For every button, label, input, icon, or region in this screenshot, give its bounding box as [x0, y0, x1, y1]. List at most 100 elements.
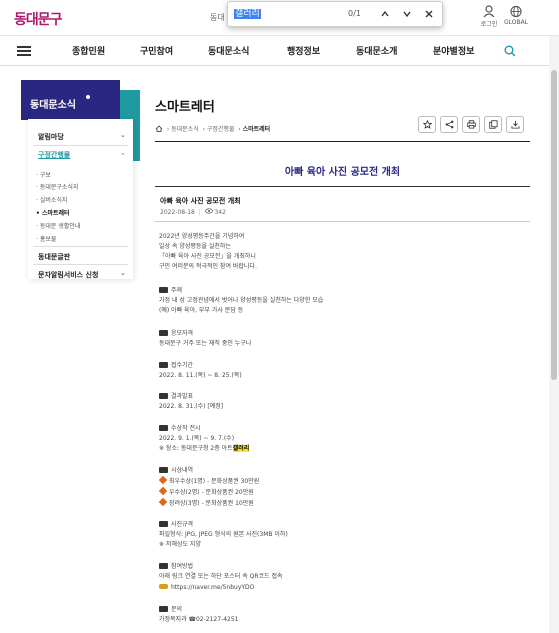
- search-icon[interactable]: [504, 45, 516, 57]
- download-button[interactable]: [506, 116, 524, 133]
- scrollbar-thumb[interactable]: [551, 70, 557, 380]
- divider: [155, 221, 530, 222]
- divider: [33, 264, 128, 265]
- body-text: 동대문구 거주 또는 재직 중인 누구나: [159, 340, 252, 347]
- article-title: 아빠 육아 사진 공모전 개최: [284, 167, 401, 178]
- sidebar-item-notice[interactable]: 알림마당: [38, 132, 64, 142]
- body-text: 2022. 9. 1.(목) ~ 9. 7.(수): [159, 435, 235, 442]
- find-input[interactable]: 갤러리: [234, 6, 362, 22]
- participation-link[interactable]: https://naver.me/5nbuyYDO: [159, 584, 254, 592]
- sidebar-subitem[interactable]: · 홍보물: [36, 234, 56, 243]
- section-heading: 접수기간: [159, 362, 193, 370]
- nav-item-participation[interactable]: 구민참여: [140, 44, 173, 57]
- find-bar: 갤러리 0/1: [227, 1, 443, 27]
- pointing-hand-icon: [159, 584, 168, 589]
- chevron-up-icon: [381, 10, 389, 17]
- copy-url-button[interactable]: [484, 116, 502, 133]
- bookmark-button[interactable]: [418, 116, 436, 133]
- section-heading: 사진규격: [159, 521, 193, 529]
- site-logo[interactable]: 동대문구: [14, 9, 63, 29]
- divider: [155, 186, 530, 187]
- download-icon: [511, 120, 520, 129]
- body-text: 가정 내 성 고정관념에서 벗어나 양성평등을 실천하는 다양한 모습: [159, 297, 324, 304]
- global-button[interactable]: GLOBAL: [503, 5, 529, 26]
- diamond-icon: [158, 486, 168, 496]
- sidebar-item-publications[interactable]: 구정간행물: [38, 150, 70, 160]
- find-prev-button[interactable]: [376, 5, 394, 23]
- eye-icon: [204, 208, 213, 214]
- sidebar-title: 동대문소식: [30, 100, 76, 111]
- film-icon: [159, 393, 168, 399]
- find-close-button[interactable]: [420, 5, 438, 23]
- print-icon: [467, 120, 476, 129]
- breadcrumb-item[interactable]: 동대문소식: [171, 126, 199, 133]
- sidebar-subitem[interactable]: · 실버소식지: [36, 195, 67, 204]
- sidebar-item-board[interactable]: 동대문글판: [38, 252, 70, 262]
- body-text: 가정복지과 ☎02-2127-4251: [159, 616, 239, 623]
- main-nav: 종합민원 구민참여 동대문소식 행정정보 동대문소개 분야별정보: [0, 36, 559, 66]
- home-icon[interactable]: [155, 125, 163, 132]
- body-text: 2022. 8. 11.(목) ~ 8. 25.(목): [159, 372, 242, 379]
- close-icon: [425, 10, 433, 18]
- post-meta: 2022-08-18 | 342: [160, 208, 226, 216]
- section-heading: 시상내역: [159, 467, 193, 475]
- body-text: 파일형식: JPG, JPEG 형식의 원본 사진(3MB 이하): [159, 531, 288, 538]
- find-match-count: 0/1: [348, 9, 361, 18]
- globe-icon: [510, 5, 522, 18]
- breadcrumb-item[interactable]: 구정간행물: [207, 126, 235, 133]
- film-icon: [159, 330, 168, 336]
- print-button[interactable]: [462, 116, 480, 133]
- nav-item-about[interactable]: 동대문소개: [356, 44, 397, 57]
- find-query-text: 갤러리: [234, 9, 261, 19]
- global-label: GLOBAL: [503, 19, 529, 26]
- sidebar-subitem[interactable]: · 구보: [36, 170, 51, 179]
- sidebar-item-sms[interactable]: 문자알림서비스 신청: [38, 270, 98, 280]
- award-item: 우수상(2명) - 문화상품권 20만원: [158, 486, 254, 497]
- film-icon: [159, 606, 168, 612]
- section-heading: 응모자격: [159, 330, 193, 338]
- breadcrumb-current: 스마트레터: [242, 126, 271, 133]
- film-icon: [159, 287, 168, 293]
- chevron-down-icon: ⌄: [120, 269, 126, 277]
- divider: [155, 141, 530, 142]
- share-button[interactable]: [440, 116, 458, 133]
- nav-item-civil[interactable]: 종합민원: [72, 44, 105, 57]
- login-button[interactable]: 로그인: [478, 5, 500, 28]
- section-heading: 문의: [159, 606, 182, 614]
- copy-icon: [489, 120, 498, 129]
- page-title: 스마트레터: [155, 100, 215, 115]
- sidebar-subitem[interactable]: · 동대문 생활안내: [36, 221, 80, 230]
- body-text: 아래 링크 연결 또는 하단 포스터 속 QR코드 접속: [159, 573, 283, 580]
- chevron-down-icon: ⌄: [120, 131, 126, 139]
- sidebar-subitem[interactable]: · 동대문구소식지: [36, 182, 78, 191]
- user-icon: [483, 5, 495, 18]
- find-highlight: 갤러리: [232, 445, 250, 452]
- post-views: 342: [214, 209, 226, 216]
- body-text: 구민 여러분의 적극적인 참여 바랍니다.: [159, 263, 257, 270]
- sidebar-subitem-active[interactable]: • 스마트레터: [36, 208, 70, 217]
- diamond-icon: [158, 475, 168, 485]
- top-header-text: 동대: [210, 13, 225, 22]
- nav-item-admin[interactable]: 행정정보: [287, 44, 320, 57]
- star-icon: [423, 120, 432, 129]
- award-item: 최우수상(1명) - 문화상품권 30만원: [158, 475, 259, 486]
- section-heading: 참여방법: [159, 563, 193, 571]
- body-text: 일상 속 양성평등을 실천하는: [159, 243, 231, 250]
- find-next-button[interactable]: [398, 5, 416, 23]
- hamburger-menu-icon[interactable]: [17, 46, 31, 56]
- divider: [33, 246, 128, 247]
- nav-item-fields[interactable]: 분야별정보: [433, 44, 474, 57]
- post-title: 아빠 육아 사진 공모전 개최: [160, 197, 241, 205]
- section-heading: 수상작 전시: [159, 425, 201, 433]
- film-icon: [159, 563, 168, 569]
- diamond-icon: [158, 497, 168, 507]
- share-icon: [445, 120, 454, 129]
- award-item: 장려상(3명) - 문화상품권 10만원: [158, 497, 254, 508]
- chevron-down-icon: [403, 11, 411, 18]
- film-icon: [159, 521, 168, 527]
- post-date: 2022-08-18: [160, 209, 195, 216]
- breadcrumb: › 동대문소식 › 구정간행물 › 스마트레터: [155, 124, 270, 133]
- sidebar-title-dot: [86, 95, 90, 99]
- nav-item-news[interactable]: 동대문소식: [208, 44, 249, 57]
- body-text: 2022. 8. 31.(수) [예정]: [159, 403, 224, 410]
